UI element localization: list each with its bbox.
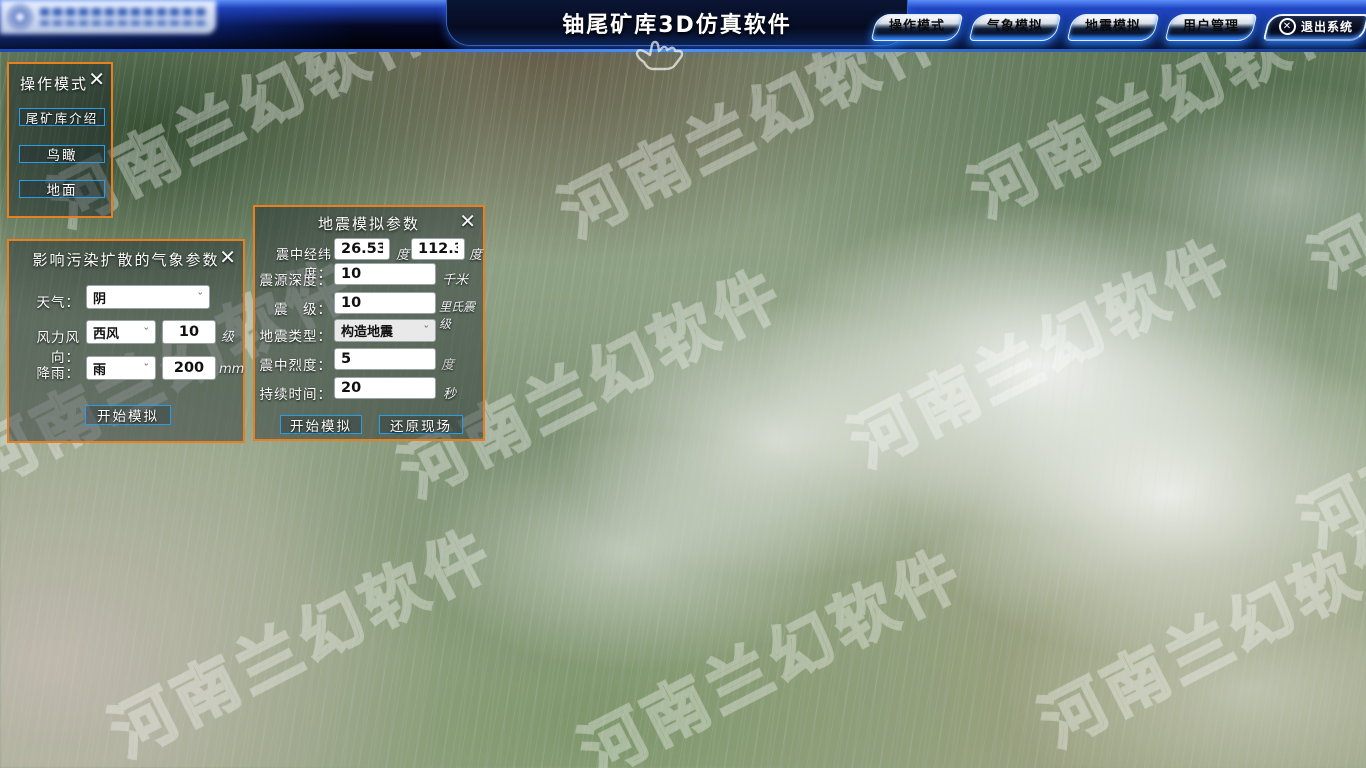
rain-type-select[interactable]: 雨 ˇ (86, 356, 156, 380)
chevron-down-icon: ˇ (144, 326, 150, 339)
duration-input[interactable] (334, 377, 436, 399)
intensity-input[interactable] (334, 348, 436, 370)
weather-select[interactable]: 阴 ˇ (86, 285, 210, 309)
duration-label: 持续时间： (255, 383, 332, 403)
magnitude-input[interactable] (334, 292, 436, 314)
wind-force-input[interactable] (162, 320, 216, 344)
logo-emblem-icon (8, 5, 32, 29)
epicenter-longitude-input[interactable] (334, 238, 390, 260)
tailings-intro-button[interactable]: 尾矿库介绍 (19, 108, 105, 126)
app-window: 河南兰幻软件 河南兰幻软件 河南兰幻软件 河南兰幻软件 河南兰幻软件 河南兰幻软… (0, 0, 1366, 768)
chevron-down-icon: ˇ (424, 324, 430, 337)
km-unit: 千米 (442, 269, 468, 288)
quake-type-label: 地震类型： (255, 325, 332, 345)
degree-unit: 度 (396, 244, 409, 263)
main-nav: 操作模式 气象模拟 地震模拟 用户管理 ✕ 退出系统 (874, 14, 1366, 41)
title-plaque: 铀尾矿库3D仿真软件 (446, 0, 908, 46)
weather-start-sim-button[interactable]: 开始模拟 (85, 405, 171, 425)
nav-user-management-button[interactable]: 用户管理 (1165, 14, 1258, 41)
wind-direction-select[interactable]: 西风 ˇ (86, 320, 156, 344)
epicenter-latitude-input[interactable] (411, 238, 465, 260)
degree-unit: 度 (441, 354, 454, 373)
rainfall-input[interactable] (162, 356, 216, 380)
ground-view-button[interactable]: 地面 (19, 180, 105, 198)
chevron-down-icon: ˇ (198, 291, 204, 304)
exit-system-button[interactable]: ✕ 退出系统 (1263, 14, 1366, 41)
quake-type-select[interactable]: 构造地震 ˇ (334, 319, 436, 342)
degree-unit: 度 (469, 244, 482, 263)
exit-label: 退出系统 (1301, 18, 1353, 35)
earthquake-params-panel: 地震模拟参数 ✕ 震中经纬度： 度 度 震源深度： 千米 震 级： 里氏震级 地… (253, 205, 485, 441)
wind-label: 风力风向： (9, 326, 80, 366)
chevron-down-icon: ˇ (144, 362, 150, 375)
seconds-unit: 秒 (443, 383, 456, 402)
rain-unit: mm (219, 362, 244, 377)
quake-start-sim-button[interactable]: 开始模拟 (280, 415, 362, 434)
focal-depth-label: 震源深度： (255, 269, 332, 289)
app-title: 铀尾矿库3D仿真软件 (562, 7, 792, 39)
intensity-label: 震中烈度： (255, 354, 332, 374)
close-icon[interactable]: ✕ (219, 247, 236, 267)
company-logo (0, 0, 216, 34)
panel-title: 地震模拟参数 (255, 213, 483, 234)
close-icon[interactable]: ✕ (88, 69, 105, 89)
weather-label: 天气： (37, 291, 81, 311)
rain-label: 降雨： (37, 362, 81, 382)
operation-mode-panel: 操作模式 ✕ 尾矿库介绍 鸟瞰 地面 (7, 62, 113, 218)
panel-title: 影响污染扩散的气象参数 (9, 249, 243, 270)
circle-x-icon: ✕ (1279, 18, 1296, 35)
focal-depth-input[interactable] (334, 263, 436, 285)
wind-unit: 级 (221, 326, 234, 345)
birds-eye-button[interactable]: 鸟瞰 (19, 145, 105, 163)
restore-scene-button[interactable]: 还原现场 (379, 415, 463, 434)
weather-params-panel: 影响污染扩散的气象参数 ✕ 天气： 阴 ˇ 风力风向： 西风 ˇ 级 降雨： 雨… (7, 239, 245, 443)
richter-unit: 里氏震级 (439, 298, 483, 332)
close-icon[interactable]: ✕ (459, 211, 476, 231)
nav-operation-mode-button[interactable]: 操作模式 (871, 14, 964, 41)
nav-weather-sim-button[interactable]: 气象模拟 (969, 14, 1062, 41)
nav-earthquake-sim-button[interactable]: 地震模拟 (1067, 14, 1160, 41)
magnitude-label: 震 级： (255, 298, 332, 318)
